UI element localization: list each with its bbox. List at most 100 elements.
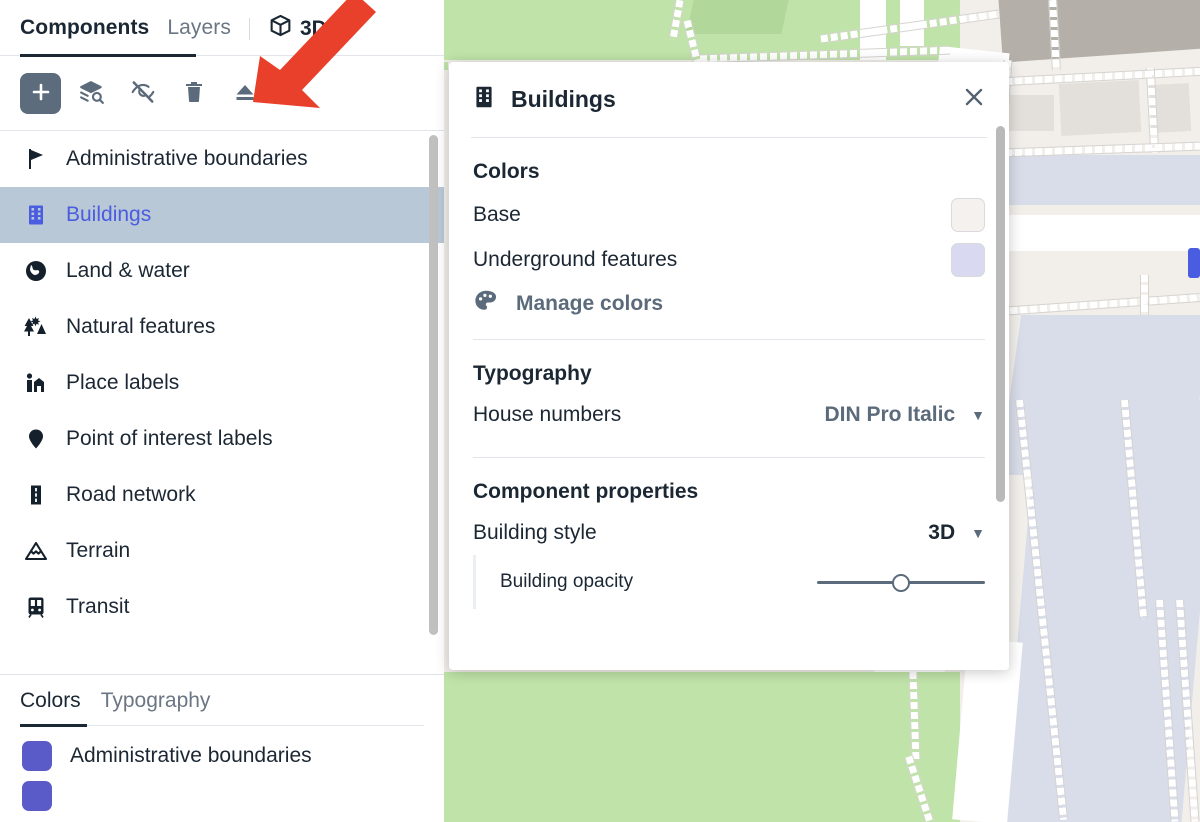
map-block [1058,79,1142,137]
layer-list-scrollbar[interactable] [429,135,438,635]
swatch-row-next[interactable] [0,771,444,811]
bottom-tab-bar: Colors Typography [0,675,444,727]
cube-icon [268,13,293,44]
panel-header: Buildings [449,62,1009,115]
app-root: Components Layers 3D Administrative boun… [0,0,1200,822]
section-title-typography: Typography [473,362,592,385]
buildings-properties-panel: Buildings Colors Base Underground featur… [449,62,1009,670]
delete-button[interactable] [173,73,214,114]
layer-label: Land & water [66,259,190,282]
color-row-label: Underground features [473,247,678,271]
trash-icon [182,80,206,107]
component-toolbar [0,57,444,131]
manage-colors-label: Manage colors [516,291,664,315]
layer-item-buildings[interactable]: Buildings [0,187,444,243]
layer-item-place-labels[interactable]: Place labels [0,355,444,411]
toggle-3d[interactable]: 3D [268,13,327,44]
find-layers-button[interactable] [71,73,112,114]
map-road [1000,215,1200,251]
manage-colors-link[interactable]: Manage colors [449,282,1009,319]
chevron-down-icon: ▼ [971,406,985,423]
globe-icon [22,259,50,283]
transit-icon [22,595,50,619]
layer-label: Road network [66,483,196,506]
font-select-value: DIN Pro Italic [824,402,956,426]
tab-layers[interactable]: Layers [167,16,231,42]
panel-title: Buildings [511,86,616,112]
map-park-building [686,0,789,34]
layer-label: Administrative boundaries [66,147,308,170]
property-row-building-opacity: Building opacity [473,555,1009,609]
building-style-value: 3D [928,520,956,544]
add-component-button[interactable] [20,73,61,114]
toggle-3d-label: 3D [299,16,327,40]
color-chip-underground[interactable] [951,242,985,277]
bottom-tab-active-underline [20,724,87,727]
layer-label: Point of interest labels [66,427,273,450]
swatch-label: Administrative boundaries [70,744,312,767]
tab-components[interactable]: Components [20,16,149,42]
bottom-pane: Colors Typography Administrative boundar… [0,674,444,822]
building-icon [22,203,50,227]
trees-icon [22,315,50,339]
layer-item-land-water[interactable]: Land & water [0,243,444,299]
eject-button[interactable] [224,73,265,114]
map-marker[interactable] [1188,248,1200,278]
layer-label: Natural features [66,315,216,338]
eye-off-icon [130,79,156,108]
bottom-tab-colors[interactable]: Colors [20,689,81,713]
layer-item-transit[interactable]: Transit [0,579,444,635]
swatch-row-administrative-boundaries[interactable]: Administrative boundaries [0,727,444,771]
layer-label: Buildings [66,203,152,226]
flag-icon [22,147,50,171]
left-sidebar: Components Layers 3D Administrative boun… [0,0,444,822]
layer-item-terrain[interactable]: Terrain [0,523,444,579]
plus-icon [29,80,53,107]
pin-icon [22,427,50,451]
tab-separator [248,17,250,40]
map-water [1000,155,1200,205]
place-icon [22,371,50,395]
layer-item-point-of-interest-labels[interactable]: Point of interest labels [0,411,444,467]
panel-scrollbar[interactable] [996,126,1005,502]
close-icon[interactable] [961,84,987,115]
layer-item-road-network[interactable]: Road network [0,467,444,523]
hide-button[interactable] [122,73,163,114]
color-chip-base[interactable] [951,197,985,232]
layer-label: Terrain [66,539,131,562]
building-style-select[interactable]: 3D ▼ [928,521,985,545]
map-park-bottom [440,672,960,822]
layer-label: Place labels [66,371,180,394]
map-block [1008,95,1054,131]
property-row-building-style: Building style 3D ▼ [449,510,1009,555]
typography-row-label: House numbers [473,402,622,426]
color-row-base: Base [449,192,1009,237]
slider-thumb[interactable] [892,574,910,592]
chevron-down-icon: ▼ [971,524,985,541]
font-select[interactable]: DIN Pro Italic ▼ [824,403,985,427]
tab-bar: Components Layers 3D [0,0,444,57]
layer-list[interactable]: Administrative boundaries Buildings Land… [0,131,444,649]
bottom-tab-typography[interactable]: Typography [101,689,211,713]
color-swatch[interactable] [22,741,52,771]
layer-item-administrative-boundaries[interactable]: Administrative boundaries [0,131,444,187]
property-row-label: Building style [473,520,597,544]
layer-item-natural-features[interactable]: Natural features [0,299,444,355]
color-row-label: Base [473,202,521,226]
section-title-component-properties: Component properties [473,480,699,503]
color-swatch[interactable] [22,781,52,811]
building-opacity-slider[interactable] [817,571,985,593]
typography-row-house-numbers: House numbers DIN Pro Italic ▼ [449,392,1009,437]
eject-icon [233,80,257,107]
mountain-icon [22,539,50,563]
road-icon [22,483,50,507]
layers-search-icon [79,79,105,108]
map-footpath [1140,275,1149,315]
palette-icon [473,288,499,319]
section-title-colors: Colors [473,160,540,183]
building-opacity-label: Building opacity [500,571,634,592]
layer-label: Transit [66,595,130,618]
tab-active-underline [20,54,196,57]
color-row-underground-features: Underground features [449,237,1009,282]
building-icon [471,84,497,115]
